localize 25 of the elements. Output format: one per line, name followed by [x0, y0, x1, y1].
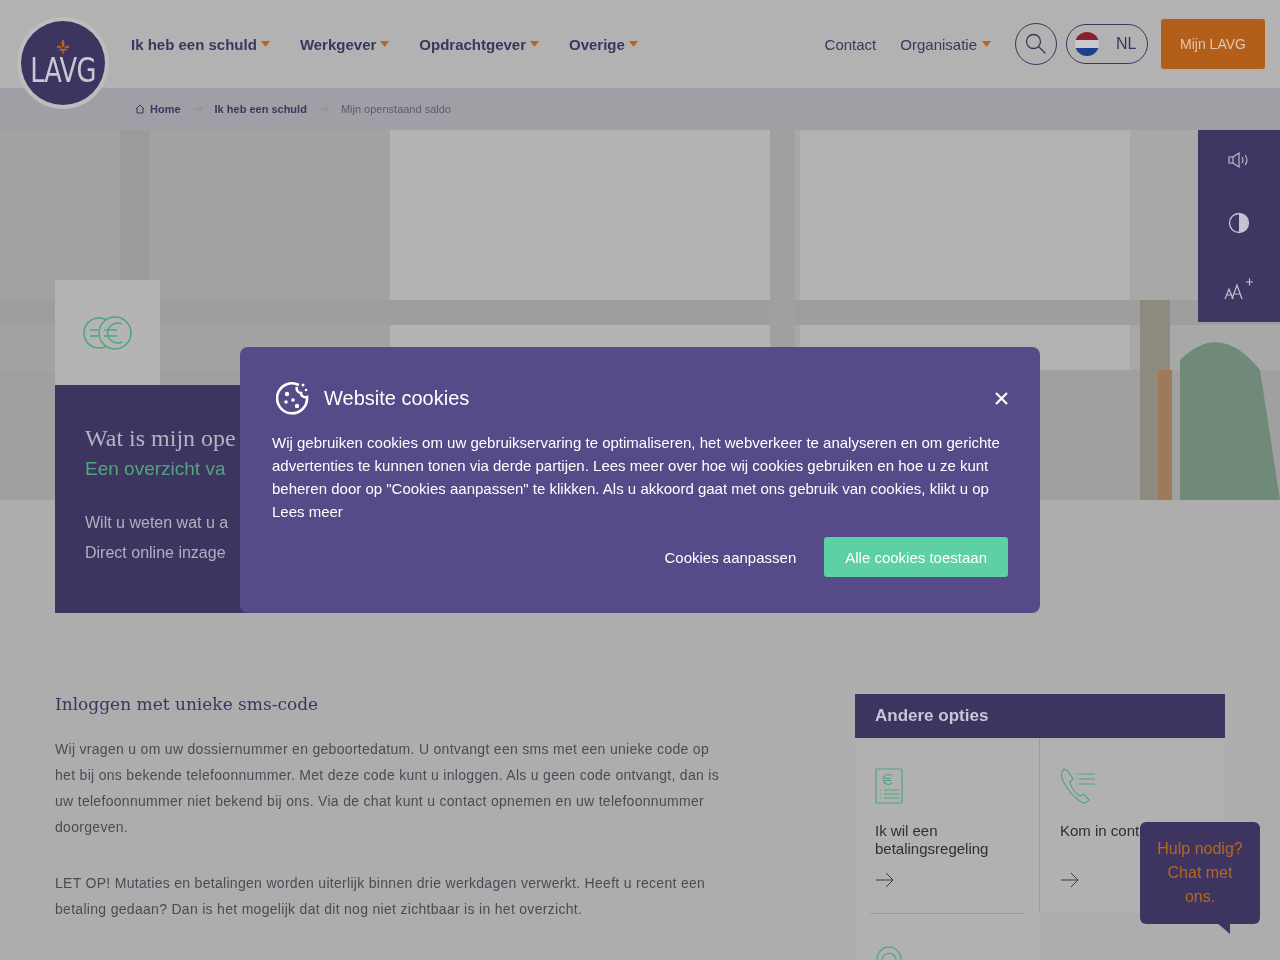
- hero-text: Direct online inzage: [85, 543, 226, 563]
- logo-text: LAVG: [30, 54, 96, 87]
- nav-item[interactable]: Ik heb een schuld: [131, 35, 270, 53]
- nav-item[interactable]: Opdrachtgever: [419, 35, 539, 53]
- dialog-text: Wij gebruiken cookies om uw gebruikservaring te optimaliseren, het webverkeer te analyseren en om gerichte advertenties te kunnen tonen via derde partijen. Lees meer over hoe wij cookies gebruiken en hoe u ze kunt beheren door op "Cookies aanpassen" te klikken. Als u akkoord gaat met ons gebruik van cookies, klikt u op Lees meer: [272, 433, 1001, 522]
- option-link[interactable]: Ik wil een betalingsregeling: [855, 738, 1040, 913]
- body-text: Wij vragen u om uw dossiernummer en geboortedatum. U ontvangt een sms met een unieke code op het bij ons bekende telefoonnummer. Met deze code kunt u inloggen. Als u geen code ontvangt, dan is uw telefoonnummer niet bekend bij ons. Via de chat kunt u contact opnemen en uw telefoonnummer doorgeven.: [55, 740, 720, 837]
- logo[interactable]: LAVG: [21, 21, 105, 105]
- breadcrumb-link[interactable]: Home: [135, 103, 181, 115]
- nav-item[interactable]: Overige: [569, 35, 638, 53]
- body-text: LET OP! Mutaties en betalingen worden uiterlijk binnen drie werkdagen verwerkt. Heeft u recent een betaling gedaan? Dan is het mogelijk dat dit nog niet zichtbaar is in het overzicht.: [55, 874, 707, 919]
- hero-title: Wat is mijn ope: [85, 425, 236, 452]
- hero-text: Wilt u weten wat u a: [85, 513, 229, 533]
- customize-button[interactable]: Cookies aanpassen: [664, 537, 797, 577]
- breadcrumb-link[interactable]: Ik heb een schuld: [214, 103, 307, 115]
- top-link[interactable]: Organisatie: [900, 35, 991, 53]
- section-heading: Inloggen met unieke sms-code: [55, 694, 320, 714]
- chat-tooltip[interactable]: Hulp nodig? Chat met ons.: [1140, 822, 1260, 924]
- dialog-title: Website cookies: [324, 386, 470, 410]
- account-button[interactable]: Mijn LAVG: [1161, 19, 1265, 69]
- nav-item[interactable]: Werkgever: [299, 35, 390, 53]
- top-link[interactable]: Contact: [824, 35, 877, 53]
- sidebar-header: Andere opties: [855, 694, 1225, 738]
- hero-subtitle: Een overzicht va: [85, 458, 226, 480]
- read-more-link[interactable]: Lees meer: [272, 503, 343, 520]
